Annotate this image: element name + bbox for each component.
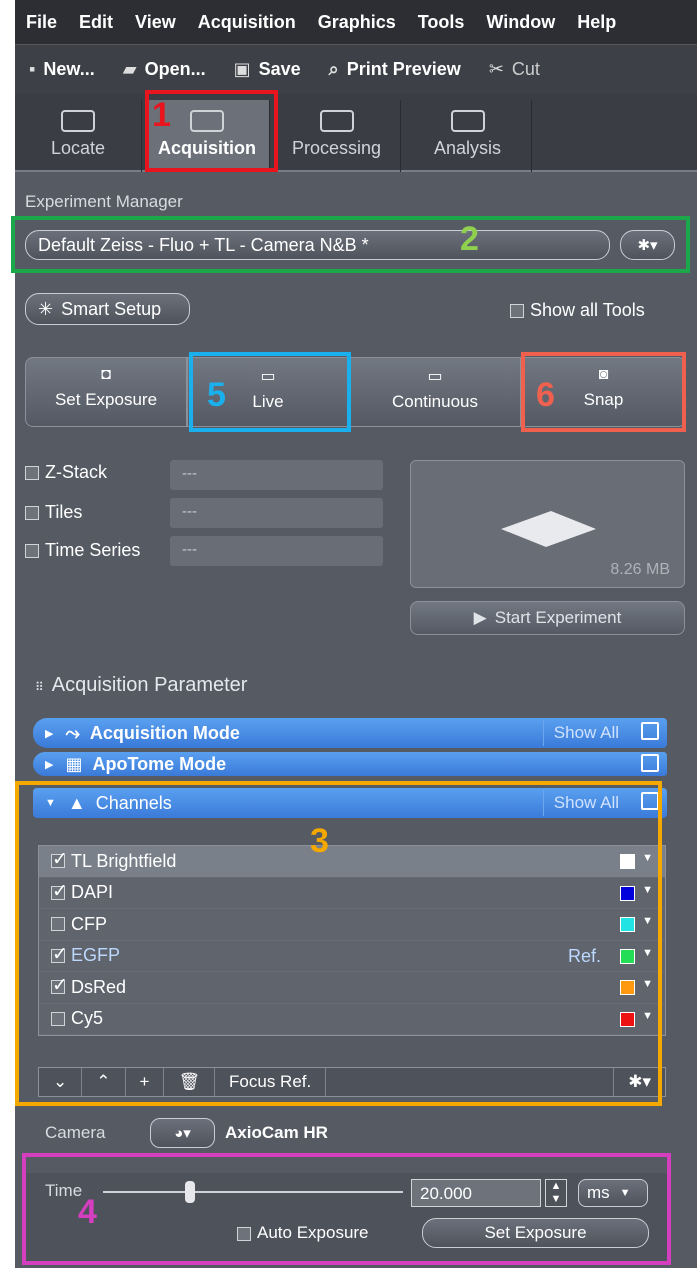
acquisition-parameter-header[interactable]: ⠿ Acquisition Parameter: [35, 674, 247, 697]
menu-acquisition[interactable]: Acquisition: [187, 12, 307, 33]
camera-label: Camera: [45, 1123, 106, 1142]
annotation-number-1: 1: [152, 96, 171, 134]
tab-processing-label: Processing: [291, 138, 382, 158]
scissors-icon: ✂: [488, 59, 504, 79]
camera-select-button[interactable]: ◕▾: [150, 1118, 215, 1148]
annotation-number-3: 3: [310, 822, 329, 860]
smart-setup-label: Smart Setup: [61, 298, 162, 319]
print-preview-label: Print Preview: [346, 59, 461, 79]
start-experiment-button[interactable]: ▶ Start Experiment: [410, 601, 685, 635]
new-button[interactable]: ▪ New...: [15, 59, 109, 80]
experiment-preview: 8.26 MB: [410, 460, 685, 588]
histogram-icon: [450, 110, 485, 132]
cut-label: Cut: [511, 59, 540, 79]
acquisition-mode-label: Acquisition Mode: [89, 722, 240, 743]
sparkle-icon: ✳: [38, 298, 54, 319]
magnifier-icon: ⌕: [328, 59, 339, 79]
show-all-tools-toggle[interactable]: Show all Tools: [510, 300, 645, 321]
set-exposure-action-button[interactable]: ◘ Set Exposure: [25, 357, 187, 427]
menu-file[interactable]: File: [15, 12, 68, 33]
new-icon: ▪: [29, 59, 36, 79]
workspace-tabs: Locate Acquisition Processing Analysis: [15, 94, 697, 172]
tab-processing[interactable]: Processing: [273, 100, 401, 172]
apotome-mode-panel[interactable]: ▶ ▦ ApoTome Mode: [33, 752, 667, 776]
tab-locate-label: Locate: [50, 138, 106, 158]
new-label: New...: [43, 59, 95, 79]
menu-view[interactable]: View: [124, 12, 187, 33]
preview-size: 8.26 MB: [610, 561, 670, 578]
grid-icon: ▦: [65, 753, 83, 774]
popout-icon[interactable]: [641, 722, 659, 740]
tiles-checkbox[interactable]: [25, 506, 39, 521]
acq-mode-icon: ⤳: [65, 722, 80, 743]
expand-icon: ▶: [45, 727, 54, 740]
tab-analysis[interactable]: Analysis: [404, 100, 532, 172]
z-stack-value: ---: [170, 460, 383, 490]
open-button[interactable]: ▰ Open...: [109, 59, 220, 80]
tab-analysis-label: Analysis: [433, 138, 502, 158]
tiles-option[interactable]: Tiles: [25, 502, 82, 523]
expand-icon: ▶: [45, 758, 54, 771]
print-preview-button[interactable]: ⌕ Print Preview: [315, 59, 475, 80]
continuous-camera-icon: ▭: [427, 368, 443, 385]
cut-button[interactable]: ✂ Cut: [475, 59, 554, 80]
time-series-checkbox[interactable]: [25, 544, 39, 559]
annotation-number-2: 2: [460, 220, 479, 258]
annotation-box-2: [11, 216, 690, 273]
z-stack-label: Z-Stack: [45, 462, 108, 482]
continuous-label: Continuous: [391, 392, 478, 411]
save-button[interactable]: ▣ Save: [220, 59, 315, 80]
show-all-link[interactable]: Show All: [542, 720, 619, 746]
annotation-box-3: [15, 781, 662, 1106]
camera-name: AxioCam HR: [225, 1123, 328, 1142]
toolbar: ▪ New... ▰ Open... ▣ Save ⌕ Print Preview ✂ C…: [15, 44, 697, 94]
show-all-tools-label: Show all Tools: [530, 300, 645, 320]
show-all-tools-checkbox[interactable]: [510, 304, 524, 319]
eye-icon: [61, 110, 95, 132]
acquisition-parameter-title: Acquisition Parameter: [51, 674, 248, 696]
annotation-number-5: 5: [207, 376, 226, 414]
apotome-mode-label: ApoTome Mode: [92, 753, 227, 774]
acquisition-mode-panel[interactable]: ▶ ⤳ Acquisition Mode Show All: [33, 718, 667, 748]
gear-icon: [319, 110, 354, 132]
play-icon: ▶: [473, 608, 487, 627]
menu-help[interactable]: Help: [566, 12, 627, 33]
camera-icon: ◕▾: [174, 1125, 191, 1142]
tab-locate[interactable]: Locate: [15, 100, 142, 172]
open-label: Open...: [144, 59, 206, 79]
time-series-value: ---: [170, 536, 383, 566]
popout-icon[interactable]: [641, 754, 659, 772]
save-label: Save: [258, 59, 301, 79]
set-exposure-action-label: Set Exposure: [54, 390, 158, 409]
smart-setup-button[interactable]: ✳ Smart Setup: [25, 293, 190, 325]
menu-graphics[interactable]: Graphics: [307, 12, 407, 33]
tiles-value: ---: [170, 498, 383, 528]
time-series-option[interactable]: Time Series: [25, 540, 140, 561]
camera-icon: ◘: [101, 366, 111, 383]
annotation-box-4: [22, 1153, 671, 1265]
annotation-number-6: 6: [536, 376, 555, 414]
menu-bar: File Edit View Acquisition Graphics Tool…: [15, 0, 697, 44]
time-series-label: Time Series: [45, 540, 141, 560]
annotation-number-4: 4: [78, 1193, 97, 1231]
folder-icon: ▰: [122, 59, 137, 79]
start-experiment-label: Start Experiment: [494, 608, 622, 627]
z-stack-checkbox[interactable]: [25, 466, 39, 481]
tiles-label: Tiles: [45, 502, 83, 522]
grip-icon: ⠿: [35, 680, 44, 694]
menu-edit[interactable]: Edit: [68, 12, 124, 33]
disk-icon: ▣: [233, 59, 251, 79]
continuous-button[interactable]: ▭ Continuous: [349, 357, 521, 427]
experiment-manager-label: Experiment Manager: [25, 192, 183, 211]
menu-tools[interactable]: Tools: [407, 12, 476, 33]
menu-window[interactable]: Window: [475, 12, 566, 33]
z-stack-option[interactable]: Z-Stack: [25, 462, 107, 483]
